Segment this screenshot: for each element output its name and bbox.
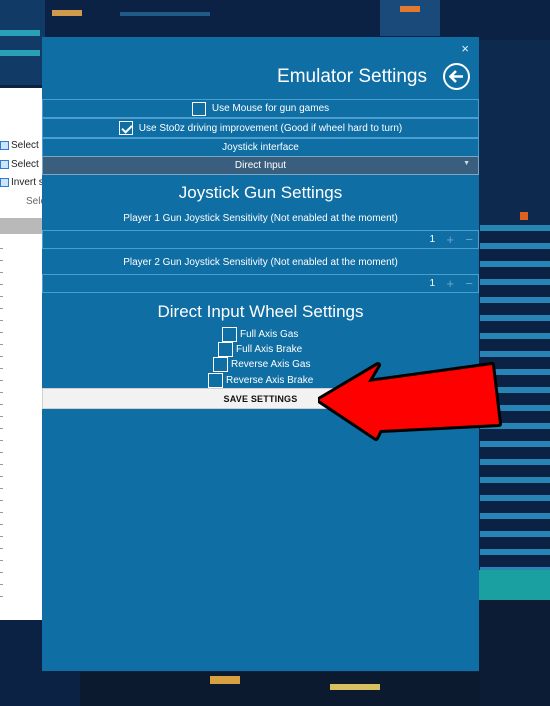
sto0z-label: Use Sto0z driving improvement (Good if w…: [138, 122, 403, 134]
back-button[interactable]: [443, 63, 470, 90]
reverse-axis-gas-option[interactable]: Reverse Axis Gas: [213, 357, 310, 372]
full-axis-brake-checkbox[interactable]: [218, 342, 233, 357]
emulator-settings-panel: × Emulator Settings Use Mouse for gun ga…: [42, 37, 479, 671]
decrement-icon[interactable]: −: [465, 232, 473, 247]
sto0z-option[interactable]: Use Sto0z driving improvement (Good if w…: [42, 118, 479, 138]
wheel-settings-title: Direct Input Wheel Settings: [157, 302, 364, 321]
player2-sensitivity-label: Player 2 Gun Joystick Sensitivity (Not e…: [123, 257, 398, 268]
ribbon-item-select-all[interactable]: Select a: [0, 140, 47, 151]
player1-sensitivity-field[interactable]: 1 + −: [42, 230, 479, 249]
ribbon-divider: [0, 218, 44, 234]
back-arrow-circle-icon: [449, 70, 463, 83]
increment-icon[interactable]: +: [446, 276, 454, 291]
decrement-icon[interactable]: −: [465, 276, 473, 291]
ribbon-item-invert-selection[interactable]: Invert s: [0, 177, 44, 188]
reverse-axis-gas-checkbox[interactable]: [213, 357, 228, 372]
reverse-axis-brake-checkbox[interactable]: [208, 373, 223, 388]
explorer-ribbon: Select a Select Invert s Sele: [0, 88, 47, 620]
reverse-axis-gas-label: Reverse Axis Gas: [231, 359, 311, 370]
increment-icon[interactable]: +: [446, 232, 454, 247]
player2-sensitivity-value[interactable]: 1: [429, 278, 435, 289]
full-axis-brake-label: Full Axis Brake: [236, 344, 303, 355]
select-none-icon: [0, 160, 9, 169]
joystick-interface-label: Joystick interface: [42, 138, 479, 156]
close-icon[interactable]: ×: [461, 41, 469, 56]
player1-sensitivity-label: Player 1 Gun Joystick Sensitivity (Not e…: [123, 213, 398, 224]
ribbon-item-select-none[interactable]: Select: [0, 159, 39, 170]
ribbon-item-label: Invert s: [11, 177, 44, 188]
ribbon-ticks: [0, 248, 3, 608]
full-axis-brake-option[interactable]: Full Axis Brake: [218, 342, 302, 357]
sto0z-checkbox[interactable]: [118, 121, 133, 135]
chevron-down-icon: ▼: [463, 160, 470, 167]
panel-title: Emulator Settings: [277, 66, 427, 87]
joystick-interface-value: Direct Input: [234, 160, 287, 171]
full-axis-gas-checkbox[interactable]: [222, 327, 237, 342]
invert-selection-icon: [0, 178, 9, 187]
reverse-axis-brake-label: Reverse Axis Brake: [226, 375, 314, 386]
use-mouse-option[interactable]: Use Mouse for gun games: [42, 99, 479, 118]
red-arrow-icon: [318, 362, 502, 441]
full-axis-gas-option[interactable]: Full Axis Gas: [222, 327, 298, 342]
reverse-axis-brake-option[interactable]: Reverse Axis Brake: [208, 373, 313, 388]
full-axis-gas-label: Full Axis Gas: [240, 329, 299, 340]
ribbon-item-label: Select: [11, 159, 39, 170]
player2-sensitivity-field[interactable]: 1 + −: [42, 274, 479, 293]
use-mouse-checkbox[interactable]: [191, 101, 206, 116]
gun-settings-title: Joystick Gun Settings: [178, 183, 343, 202]
player1-sensitivity-value[interactable]: 1: [429, 234, 435, 245]
select-all-icon: [0, 141, 9, 150]
joystick-interface-select[interactable]: Direct Input ▼: [42, 156, 479, 175]
use-mouse-label: Use Mouse for gun games: [211, 103, 330, 114]
